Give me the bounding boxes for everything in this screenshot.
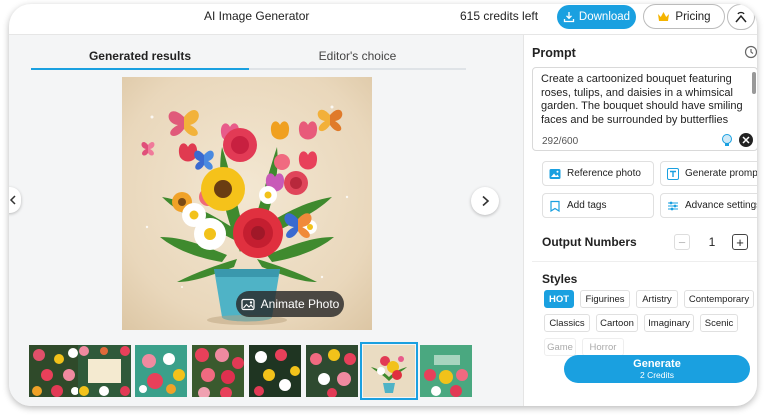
thumbnail-image bbox=[371, 356, 407, 393]
settings-panel: Prompt Create a cartoonized bouquet feat… bbox=[523, 35, 757, 406]
style-chip-cartoon[interactable]: Cartoon bbox=[596, 314, 638, 332]
style-chip-game[interactable]: Game bbox=[544, 338, 576, 356]
prompt-scrollbar[interactable] bbox=[752, 72, 756, 94]
user-avatar-button[interactable] bbox=[727, 4, 755, 30]
chevron-right-icon bbox=[481, 195, 489, 207]
thumbnail-5[interactable] bbox=[249, 345, 301, 397]
thumbnail-6[interactable] bbox=[306, 345, 358, 397]
style-chip-contemporary[interactable]: Contemporary bbox=[684, 290, 754, 308]
tab-editors-choice[interactable]: Editor's choice bbox=[249, 44, 466, 68]
style-chip-figurines[interactable]: Figurines bbox=[580, 290, 630, 308]
style-chip-scenic[interactable]: Scenic bbox=[700, 314, 738, 332]
style-chip-imaginary[interactable]: Imaginary bbox=[644, 314, 694, 332]
increase-output-button[interactable]: + bbox=[732, 234, 748, 250]
thumbnail-image bbox=[139, 353, 185, 394]
download-icon bbox=[563, 12, 575, 23]
prompt-label: Prompt bbox=[532, 46, 576, 60]
prompt-char-count: 292/600 bbox=[542, 136, 579, 147]
thumbnail-image bbox=[254, 349, 300, 396]
add-tags-label: Add tags bbox=[567, 200, 607, 211]
advance-settings-button[interactable]: Advance settings bbox=[660, 193, 757, 218]
generate-label: Generate bbox=[633, 358, 681, 370]
pricing-label: Pricing bbox=[675, 10, 711, 23]
download-button[interactable]: Download bbox=[557, 5, 636, 29]
close-icon bbox=[742, 136, 750, 144]
top-bar: AI Image Generator 615 credits left Down… bbox=[9, 4, 757, 32]
user-icon bbox=[735, 11, 747, 23]
tab-indicator-track bbox=[31, 68, 466, 70]
previous-arrow-button[interactable] bbox=[9, 187, 21, 213]
thumbnail-image bbox=[32, 348, 79, 397]
thumbnail-1[interactable] bbox=[29, 345, 81, 397]
animate-photo-icon bbox=[241, 298, 255, 310]
generate-prompt-button[interactable]: Generate prompt bbox=[660, 161, 757, 186]
lightbulb-icon[interactable] bbox=[719, 132, 735, 148]
thumbnail-2[interactable] bbox=[78, 345, 131, 397]
style-chip-hot[interactable]: HOT bbox=[544, 290, 574, 308]
animate-photo-button[interactable]: Animate Photo bbox=[236, 291, 344, 317]
prompt-input[interactable]: Create a cartoonized bouquet featuring r… bbox=[532, 67, 757, 151]
thumbnail-image bbox=[310, 349, 356, 397]
credits-left: 615 credits left bbox=[460, 9, 539, 23]
thumbnail-8[interactable] bbox=[420, 345, 472, 397]
output-numbers-label: Output Numbers bbox=[542, 235, 637, 249]
result-tabs: Generated results Editor's choice bbox=[31, 44, 466, 68]
generated-image[interactable]: Animate Photo bbox=[122, 77, 372, 330]
thumbnail-7[interactable] bbox=[360, 342, 418, 400]
thumbnail-image bbox=[195, 348, 244, 397]
prompt-text[interactable]: Create a cartoonized bouquet featuring r… bbox=[541, 73, 749, 127]
thumbnail-4[interactable] bbox=[192, 345, 244, 397]
thumbnail-image bbox=[79, 346, 130, 396]
reference-photo-label: Reference photo bbox=[567, 168, 641, 179]
app-title: AI Image Generator bbox=[204, 9, 310, 23]
thumbnail-3[interactable] bbox=[135, 345, 187, 397]
pricing-button[interactable]: Pricing bbox=[643, 4, 725, 29]
tab-generated-results[interactable]: Generated results bbox=[31, 44, 249, 68]
clear-prompt-icon[interactable] bbox=[739, 133, 753, 147]
advance-settings-label: Advance settings bbox=[685, 200, 757, 211]
style-chip-classics[interactable]: Classics bbox=[544, 314, 590, 332]
output-numbers-value: 1 bbox=[708, 235, 716, 249]
results-area: Generated results Editor's choice Animat… bbox=[9, 35, 523, 406]
generate-button[interactable]: Generate 2 Credits bbox=[564, 355, 750, 383]
decrease-output-button[interactable]: − bbox=[674, 234, 690, 250]
section-divider bbox=[532, 261, 757, 262]
style-chip-horror[interactable]: Horror bbox=[582, 338, 624, 356]
tag-icon bbox=[550, 200, 560, 212]
history-icon[interactable] bbox=[744, 45, 757, 59]
generate-cost: 2 Credits bbox=[639, 370, 674, 380]
style-chip-artistry[interactable]: Artistry bbox=[636, 290, 678, 308]
chevron-left-icon bbox=[9, 195, 16, 205]
app-window: AI Image Generator 615 credits left Down… bbox=[9, 4, 757, 406]
styles-label: Styles bbox=[542, 272, 578, 286]
reference-photo-button[interactable]: Reference photo bbox=[542, 161, 654, 186]
crown-icon bbox=[658, 12, 670, 21]
tab-indicator bbox=[31, 68, 249, 70]
sliders-icon bbox=[668, 201, 678, 210]
add-tags-button[interactable]: Add tags bbox=[542, 193, 654, 218]
generate-prompt-label: Generate prompt bbox=[685, 168, 757, 179]
download-label: Download bbox=[578, 11, 631, 23]
thumbnail-image bbox=[424, 355, 468, 397]
next-arrow-button[interactable] bbox=[471, 187, 499, 215]
animate-photo-label: Animate Photo bbox=[260, 297, 340, 311]
image-icon bbox=[549, 168, 561, 179]
text-icon bbox=[667, 167, 679, 180]
